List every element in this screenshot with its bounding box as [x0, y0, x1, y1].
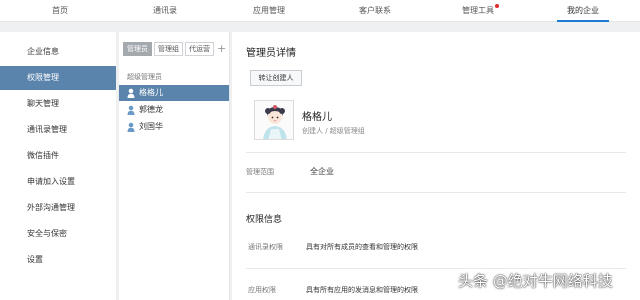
scope-label: 管理范围	[246, 168, 274, 176]
sidebar-item-join-settings[interactable]: 申请加入设置	[0, 170, 116, 194]
divider	[246, 268, 626, 269]
admin-list-panel: 管理员 管理组 代运营 + 超级管理员 格格儿 郭德龙 刘国华	[118, 32, 230, 300]
divider	[246, 192, 626, 193]
member-name: 格格儿	[139, 88, 163, 97]
contacts-permission-value: 具有对所有成员的查看和管理的权限	[306, 243, 418, 251]
sidebar-item-permission-management[interactable]: 权限管理	[0, 66, 116, 90]
active-tab-underline	[557, 20, 609, 22]
nav-customer-contact[interactable]: 客户联系	[345, 0, 405, 22]
sidebar-item-chat-management[interactable]: 聊天管理	[0, 92, 116, 116]
top-navigation: 首页 通讯录 应用管理 客户联系 管理工具 我的企业	[0, 0, 640, 22]
admin-detail-panel: 管理员详情 转让创建人 格格儿 创建人 / 超级管理组 管理范围 全企业 权限信…	[232, 32, 640, 300]
transfer-creator-button[interactable]: 转让创建人	[250, 70, 302, 86]
nav-contacts[interactable]: 通讯录	[135, 0, 195, 22]
list-item[interactable]: 刘国华	[119, 119, 229, 135]
nav-app-management[interactable]: 应用管理	[239, 0, 299, 22]
contacts-permission-label: 通讯录权限	[248, 243, 283, 251]
group-title: 超级管理员	[127, 73, 162, 81]
avatar-illustration	[255, 101, 293, 139]
admin-name: 格格儿	[302, 112, 332, 123]
tab-admin-groups[interactable]: 管理组	[154, 42, 183, 56]
app-permission-label: 应用权限	[248, 286, 276, 294]
page-title: 管理员详情	[246, 48, 296, 59]
sidebar-item-wechat-plugin[interactable]: 微信插件	[0, 144, 116, 168]
sidebar-item-enterprise-info[interactable]: 企业信息	[0, 40, 116, 64]
nav-home[interactable]: 首页	[30, 0, 90, 22]
tab-operators[interactable]: 代运营	[185, 42, 214, 56]
plus-icon[interactable]: +	[217, 42, 226, 55]
user-icon	[127, 122, 135, 132]
sidebar-item-settings[interactable]: 设置	[0, 248, 116, 272]
app-permission-value: 具有所有应用的发消息和管理的权限	[306, 286, 418, 294]
member-name: 郭德龙	[139, 105, 163, 114]
nav-my-enterprise[interactable]: 我的企业	[553, 0, 613, 22]
nav-management-tools[interactable]: 管理工具	[448, 0, 508, 22]
user-icon	[127, 88, 135, 98]
watermark: 头条 @绝对牛网络科技	[458, 272, 613, 290]
list-item[interactable]: 格格儿	[119, 85, 229, 101]
avatar	[254, 100, 294, 140]
list-item[interactable]: 郭德龙	[119, 102, 229, 118]
divider	[246, 152, 626, 153]
sidebar-item-contacts-management[interactable]: 通讯录管理	[0, 118, 116, 142]
scope-value: 全企业	[310, 167, 334, 176]
admin-role: 创建人 / 超级管理组	[302, 127, 365, 135]
user-icon	[127, 105, 135, 115]
settings-sidebar: 企业信息 权限管理 聊天管理 通讯录管理 微信插件 申请加入设置 外部沟通管理 …	[0, 32, 116, 300]
tab-administrators[interactable]: 管理员	[123, 42, 152, 56]
member-name: 刘国华	[139, 122, 163, 131]
sidebar-item-external-communication[interactable]: 外部沟通管理	[0, 196, 116, 220]
permissions-section-title: 权限信息	[246, 215, 283, 225]
notification-dot	[495, 4, 499, 8]
sidebar-item-security[interactable]: 安全与保密	[0, 222, 116, 246]
